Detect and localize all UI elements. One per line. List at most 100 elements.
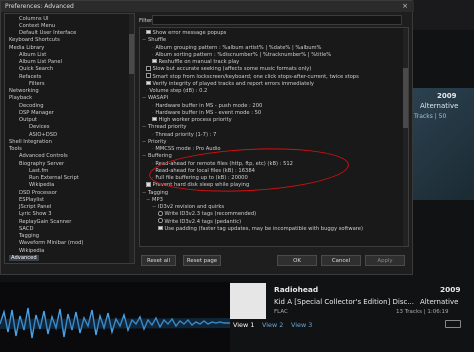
tree-item[interactable]: Output xyxy=(19,117,37,124)
checkbox[interactable] xyxy=(146,182,151,187)
settings-scrollbar[interactable] xyxy=(403,28,408,246)
setting-item[interactable]: · Album grouping pattern : %album artist… xyxy=(152,45,321,52)
setting-item[interactable]: − Shuffle xyxy=(142,37,166,44)
setting-item[interactable]: Smart stop from lockscreen/keyboard; one… xyxy=(146,73,359,81)
setting-item[interactable]: − Priority xyxy=(142,139,166,146)
tree-item[interactable]: Wikipedia xyxy=(19,248,44,255)
year-top: 2009 xyxy=(437,92,457,100)
setting-item[interactable]: · Volume step (dB) : 0.2 xyxy=(146,88,207,95)
setting-item[interactable]: − Tagging xyxy=(142,190,168,197)
tracks-top: Tracks | 50 xyxy=(414,113,447,120)
checkbox[interactable] xyxy=(146,66,151,71)
setting-label: ID3v2 revision and quirks xyxy=(158,204,225,210)
filter-input[interactable] xyxy=(152,15,402,25)
tree-scroll-thumb[interactable] xyxy=(129,34,134,74)
setting-label: Hardware buffer in MS - event mode : 50 xyxy=(155,109,262,116)
tree-item[interactable]: Advanced Controls xyxy=(19,153,68,160)
setting-item[interactable]: Write ID3v2.4 tags (pedantic) xyxy=(158,218,241,226)
setting-item[interactable]: − WASAPI xyxy=(142,95,168,102)
setting-item[interactable]: Slow but accurate seeking (affects some … xyxy=(146,66,311,73)
checkbox[interactable] xyxy=(146,80,151,85)
checkbox[interactable] xyxy=(158,225,163,230)
tree-item[interactable]: Last.fm xyxy=(29,168,48,175)
setting-item[interactable]: Show error message popups xyxy=(146,29,226,37)
tree-item[interactable]: JScript Panel xyxy=(19,204,51,211)
tree-item[interactable]: ASIO+DSD xyxy=(29,132,57,139)
radio-button[interactable] xyxy=(158,211,163,216)
setting-item[interactable]: − ID3v2 revision and quirks xyxy=(152,204,224,211)
preferences-tree[interactable]: Columns UI Context Menu Default User Inter… xyxy=(4,13,135,264)
tree-item[interactable]: DSP Manager xyxy=(19,110,54,117)
tree-item[interactable]: Networking xyxy=(9,88,39,95)
tree-item[interactable]: Context Menu xyxy=(19,23,55,30)
setting-item[interactable]: Write ID3v2.3 tags (recommended) xyxy=(158,211,256,218)
setting-label: Reshuffle on manual track play xyxy=(158,59,240,65)
checkbox[interactable] xyxy=(152,116,157,122)
reset-all-button[interactable]: Reset all xyxy=(141,255,176,266)
tree-item[interactable]: Playback xyxy=(9,95,32,102)
album-title: Kid A [Special Collector's Edition] Disc… xyxy=(274,298,414,306)
tree-item[interactable]: Run External Script xyxy=(29,175,79,182)
tree-item[interactable]: Default User Interface xyxy=(19,30,76,37)
setting-item[interactable]: Use padding (faster tag updates, may be … xyxy=(158,225,364,233)
setting-label: MP3 xyxy=(152,196,163,203)
setting-item[interactable]: Reshuffle on manual track play xyxy=(152,58,240,66)
tree-item[interactable]: Media Library xyxy=(9,45,44,52)
ok-button[interactable]: OK xyxy=(277,255,317,266)
apply-button[interactable]: Apply xyxy=(365,255,405,266)
setting-item[interactable]: · Hardware buffer in MS - push mode : 20… xyxy=(152,103,262,110)
tree-item[interactable]: Refacets xyxy=(19,74,41,81)
setting-label: Priority xyxy=(148,138,167,145)
setting-item[interactable]: · Thread priority (1-7) : 7 xyxy=(152,132,216,139)
setting-label: Shuffle xyxy=(148,37,167,44)
setting-item[interactable]: − Buffering xyxy=(142,153,172,160)
tab-view-3[interactable]: View 3 xyxy=(291,321,312,329)
tree-item[interactable]: Filters xyxy=(29,81,45,88)
tree-item[interactable]: Devices xyxy=(29,124,49,131)
tab-view-2[interactable]: View 2 xyxy=(262,321,283,329)
cancel-button[interactable]: Cancel xyxy=(321,255,361,266)
tree-item[interactable]: Tools xyxy=(9,146,22,153)
tab-view-1[interactable]: View 1 xyxy=(233,321,254,329)
setting-item[interactable]: High worker process priority xyxy=(152,116,232,124)
year-bottom: 2009 xyxy=(440,285,461,294)
reset-page-button[interactable]: Reset page xyxy=(183,255,221,266)
tree-item[interactable]: Album List Panel xyxy=(19,59,62,66)
tree-item[interactable]: DSD Processor xyxy=(19,190,57,197)
tree-item[interactable]: ESPlaylist xyxy=(19,197,44,204)
settings-scroll-thumb[interactable] xyxy=(403,68,408,128)
setting-item[interactable]: · Album sorting pattern : %discnumber% |… xyxy=(152,52,331,59)
tree-item[interactable]: Lyric Show 3 xyxy=(19,211,52,218)
tree-item[interactable]: Shell Integration xyxy=(9,139,52,146)
tree-item[interactable]: Keyboard Shortcuts xyxy=(9,37,60,44)
radio-button[interactable] xyxy=(158,218,163,223)
checkbox[interactable] xyxy=(152,58,157,64)
advanced-settings-panel[interactable]: Show error message popups − Shuffle · Albu… xyxy=(139,27,409,247)
view-toggle-icon[interactable] xyxy=(445,320,461,328)
tracks-bottom: 13 Tracks | 1:06:19 xyxy=(396,309,449,315)
setting-item[interactable]: · Hardware buffer in MS - event mode : 5… xyxy=(152,110,261,117)
checkbox[interactable] xyxy=(146,29,151,35)
tree-item[interactable]: Waveform Minibar (mod) xyxy=(19,240,83,247)
waveform-seekbar[interactable] xyxy=(0,282,230,352)
tree-item[interactable]: Wikipedia xyxy=(29,182,54,189)
setting-label: WASAPI xyxy=(148,95,168,102)
tree-item[interactable]: Quick Search xyxy=(19,66,53,73)
tree-item[interactable]: Tagging xyxy=(19,233,39,240)
close-icon[interactable]: × xyxy=(401,2,409,11)
setting-item[interactable]: Verify integrity of played tracks and re… xyxy=(146,80,314,88)
tree-item[interactable]: Columns UI xyxy=(19,16,49,23)
setting-label: Verify integrity of played tracks and re… xyxy=(152,80,314,87)
tree-item[interactable]: ReplayGain Scanner xyxy=(19,219,71,226)
checkbox[interactable] xyxy=(146,73,151,78)
tree-item[interactable]: Album List xyxy=(19,52,46,59)
setting-item[interactable]: − MP3 xyxy=(146,197,163,204)
tree-item[interactable]: Biography Server xyxy=(19,161,64,168)
tree-item[interactable]: Decoding xyxy=(19,103,44,110)
setting-item[interactable]: − Thread priority xyxy=(142,124,187,131)
setting-label: Tagging xyxy=(148,189,169,196)
genre-top: Alternative xyxy=(420,102,459,110)
tree-item[interactable]: SACD xyxy=(19,226,33,233)
tree-item[interactable]: Advanced xyxy=(9,254,39,262)
setting-label: Use padding (faster tag updates, may be … xyxy=(164,225,364,232)
